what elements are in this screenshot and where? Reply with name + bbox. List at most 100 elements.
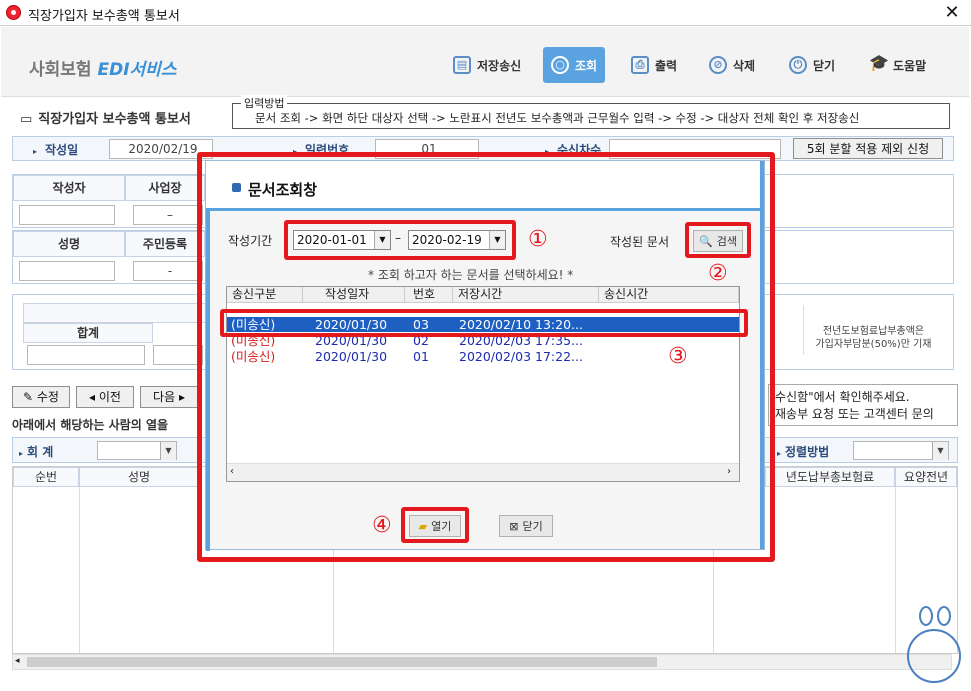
magnifier-icon: 🔍 bbox=[699, 234, 713, 248]
col-send-status[interactable]: 송신구분 bbox=[227, 287, 303, 303]
date-dash: – bbox=[395, 231, 401, 245]
save-send-button[interactable]: ▤ 저장송신 bbox=[445, 47, 529, 83]
total-field[interactable] bbox=[27, 345, 145, 365]
delete-icon: ⊘ bbox=[709, 56, 727, 74]
help-button[interactable]: 🎓 도움말 bbox=[861, 47, 934, 83]
edit-label: 수정 bbox=[36, 390, 59, 404]
app-icon bbox=[6, 5, 21, 20]
row-saved: 2020/02/03 17:22... bbox=[459, 349, 583, 364]
delete-button[interactable]: ⊘ 삭제 bbox=[701, 47, 763, 83]
dialog-close-label: 닫기 bbox=[522, 520, 543, 533]
search-icon: ○ bbox=[551, 56, 569, 74]
dialog-title-icon bbox=[232, 183, 241, 192]
row-highlight bbox=[220, 309, 748, 337]
scroll-left-icon[interactable]: ◂ bbox=[15, 656, 20, 666]
dialog-search-label: 검색 bbox=[716, 235, 737, 248]
col-no[interactable]: 순번 bbox=[13, 467, 79, 487]
dialog-title: 문서조회창 bbox=[248, 181, 318, 199]
col-prev-paid[interactable]: 년도납부총보험료 bbox=[765, 467, 895, 487]
next-button[interactable]: 다음 ▸ bbox=[140, 386, 198, 408]
note-box: 전년도보험료납부총액은 가입자부담분(50%)만 기재 bbox=[803, 305, 943, 355]
col-number[interactable]: 번호 bbox=[405, 287, 453, 303]
open-button[interactable]: ▰ 열기 bbox=[409, 515, 461, 537]
account-label: ▸ 회 계 bbox=[19, 445, 54, 459]
chevron-down-icon: ▼ bbox=[160, 442, 176, 460]
save-send-label: 저장송신 bbox=[477, 58, 522, 73]
note-line-1: 전년도보험료납부총액은 bbox=[822, 326, 925, 337]
arrow-right-icon: ▸ bbox=[175, 390, 185, 404]
scroll-right-icon[interactable]: › bbox=[727, 466, 731, 477]
list-item[interactable]: (미송신) 2020/01/30 01 2020/02/03 17:22... bbox=[227, 349, 739, 364]
info-line-2: 재송부 요청 또는 고객센터 문의 bbox=[775, 407, 934, 421]
marker-4: ④ bbox=[372, 513, 392, 538]
close-window-button[interactable]: ✕ bbox=[940, 2, 964, 24]
marker-3: ③ bbox=[668, 344, 688, 369]
written-doc-label: 작성된 문서 bbox=[610, 235, 670, 249]
dialog-search-button[interactable]: 🔍 검색 bbox=[693, 230, 743, 252]
app-window: 직장가입자 보수총액 통보서 ✕ 사회보험 EDI서비스 ▤ 저장송신 ○ 조회 ⎙… bbox=[0, 0, 971, 691]
rrn-field[interactable]: - bbox=[133, 261, 203, 281]
section-title-text: 직장가입자 보수총액 통보서 bbox=[38, 112, 191, 127]
grid-divider bbox=[895, 487, 896, 653]
open-label: 열기 bbox=[431, 520, 452, 533]
dialog-close-button[interactable]: ⊠ 닫기 bbox=[499, 515, 553, 537]
chevron-down-icon: ▼ bbox=[489, 231, 505, 249]
save-icon: ▤ bbox=[453, 56, 471, 74]
chevron-down-icon: ▼ bbox=[932, 442, 948, 460]
select-hint: 아래에서 해당하는 사람의 열을 bbox=[12, 418, 169, 432]
chevron-down-icon: ▼ bbox=[374, 231, 390, 249]
print-icon: ⎙ bbox=[631, 56, 649, 74]
dialog-hint: * 조회 하고자 하는 문서를 선택하세요! * bbox=[368, 268, 574, 282]
list-horizontal-scrollbar[interactable]: ‹ › bbox=[227, 463, 739, 481]
prev-year-field[interactable] bbox=[153, 345, 203, 365]
print-button[interactable]: ⎙ 출력 bbox=[623, 47, 685, 83]
split-exclude-button[interactable]: 5회 분할 적용 제외 신청 bbox=[793, 138, 943, 159]
document-query-dialog: 문서조회창 작성기간 2020-01-01 ▼ – 2020-02-19 ▼ ① 작… bbox=[205, 160, 765, 551]
row-no: 01 bbox=[413, 349, 429, 364]
guide-box: 입력방법 문서 조회 -> 화면 하단 대상자 선택 -> 노란표시 전년도 보… bbox=[232, 95, 950, 129]
scroll-left-icon[interactable]: ‹ bbox=[230, 466, 234, 477]
date-to-value: 2020-02-19 bbox=[412, 233, 482, 247]
next-label: 다음 bbox=[153, 390, 176, 404]
delete-label: 삭제 bbox=[733, 58, 756, 73]
name-label: 성명 bbox=[13, 231, 125, 257]
col-send-time[interactable]: 송신시간 bbox=[599, 287, 739, 303]
col-write-date[interactable]: 작성일자 bbox=[303, 287, 405, 303]
prev-button[interactable]: ◂ 이전 bbox=[76, 386, 134, 408]
account-select[interactable]: ▼ bbox=[97, 441, 177, 460]
writer-label: 작성자 bbox=[13, 175, 125, 201]
edit-button[interactable]: ✎ 수정 bbox=[12, 386, 70, 408]
rrn-label: 주민등록 bbox=[125, 231, 205, 257]
scroll-thumb[interactable] bbox=[27, 657, 657, 667]
brand-logo: 사회보험 EDI서비스 bbox=[29, 55, 176, 80]
exit-label: 닫기 bbox=[813, 58, 836, 73]
col-save-time[interactable]: 저장시간 bbox=[453, 287, 599, 303]
exit-button[interactable]: ⏻ 닫기 bbox=[781, 47, 843, 83]
help-label: 도움말 bbox=[893, 58, 927, 73]
row-date: 2020/01/30 bbox=[315, 349, 388, 364]
col-care[interactable]: 요양전년 bbox=[895, 467, 957, 487]
guide-label: 입력방법 bbox=[241, 95, 288, 111]
date-from-value: 2020-01-01 bbox=[297, 233, 367, 247]
date-from-select[interactable]: 2020-01-01 ▼ bbox=[293, 230, 391, 250]
sort-select[interactable]: ▼ bbox=[853, 441, 949, 460]
query-button[interactable]: ○ 조회 bbox=[543, 47, 606, 83]
name-field[interactable] bbox=[19, 261, 115, 281]
window-title: 직장가입자 보수총액 통보서 bbox=[28, 9, 180, 24]
biz-field[interactable]: – bbox=[133, 205, 203, 225]
brand-edi: EDI서비스 bbox=[97, 60, 177, 80]
print-label: 출력 bbox=[655, 58, 678, 73]
form-icon: ▭ bbox=[20, 112, 33, 127]
power-icon: ⏻ bbox=[789, 56, 807, 74]
guide-text: 문서 조회 -> 화면 하단 대상자 선택 -> 노란표시 전년도 보수총액과 … bbox=[255, 111, 860, 125]
folder-icon: ▰ bbox=[418, 519, 428, 533]
writer-field[interactable] bbox=[19, 205, 115, 225]
query-label: 조회 bbox=[575, 58, 598, 73]
grid-divider bbox=[79, 487, 80, 653]
col-name[interactable]: 성명 bbox=[79, 467, 199, 487]
row-status: (미송신) bbox=[231, 349, 276, 364]
date-to-select[interactable]: 2020-02-19 ▼ bbox=[408, 230, 506, 250]
dialog-header: 문서조회창 bbox=[206, 161, 764, 211]
watermark-logo bbox=[907, 606, 961, 683]
horizontal-scrollbar[interactable]: ◂ bbox=[12, 654, 952, 670]
